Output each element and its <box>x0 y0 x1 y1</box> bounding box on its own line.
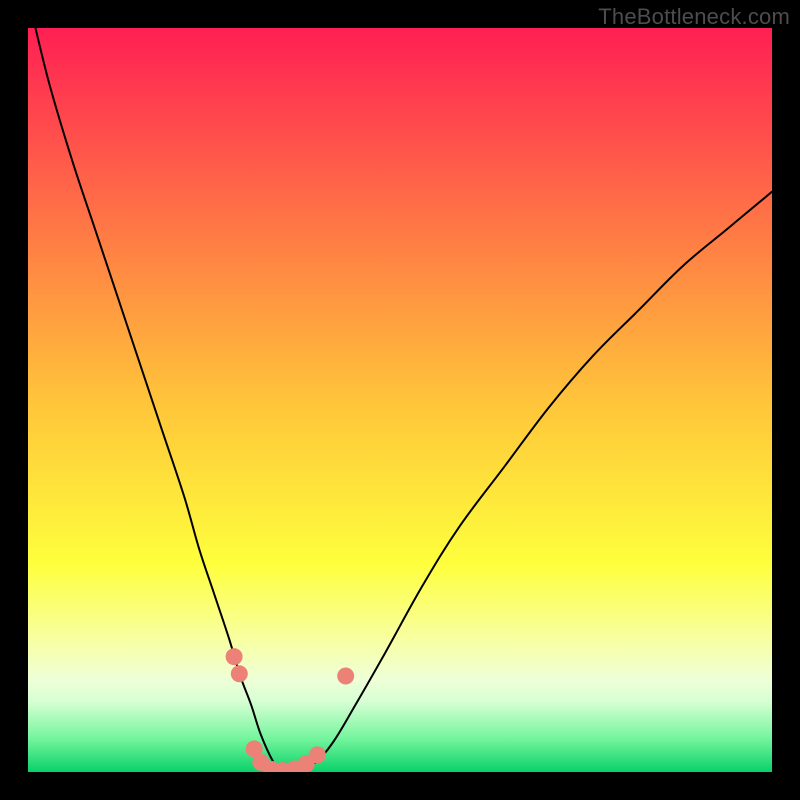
marker-point <box>226 648 243 665</box>
plot-area <box>28 28 772 772</box>
bottleneck-chart <box>28 28 772 772</box>
marker-point <box>231 665 248 682</box>
chart-background <box>28 28 772 772</box>
chart-frame: TheBottleneck.com <box>0 0 800 800</box>
marker-point <box>309 746 326 763</box>
watermark-text: TheBottleneck.com <box>598 4 790 30</box>
marker-point <box>337 668 354 685</box>
